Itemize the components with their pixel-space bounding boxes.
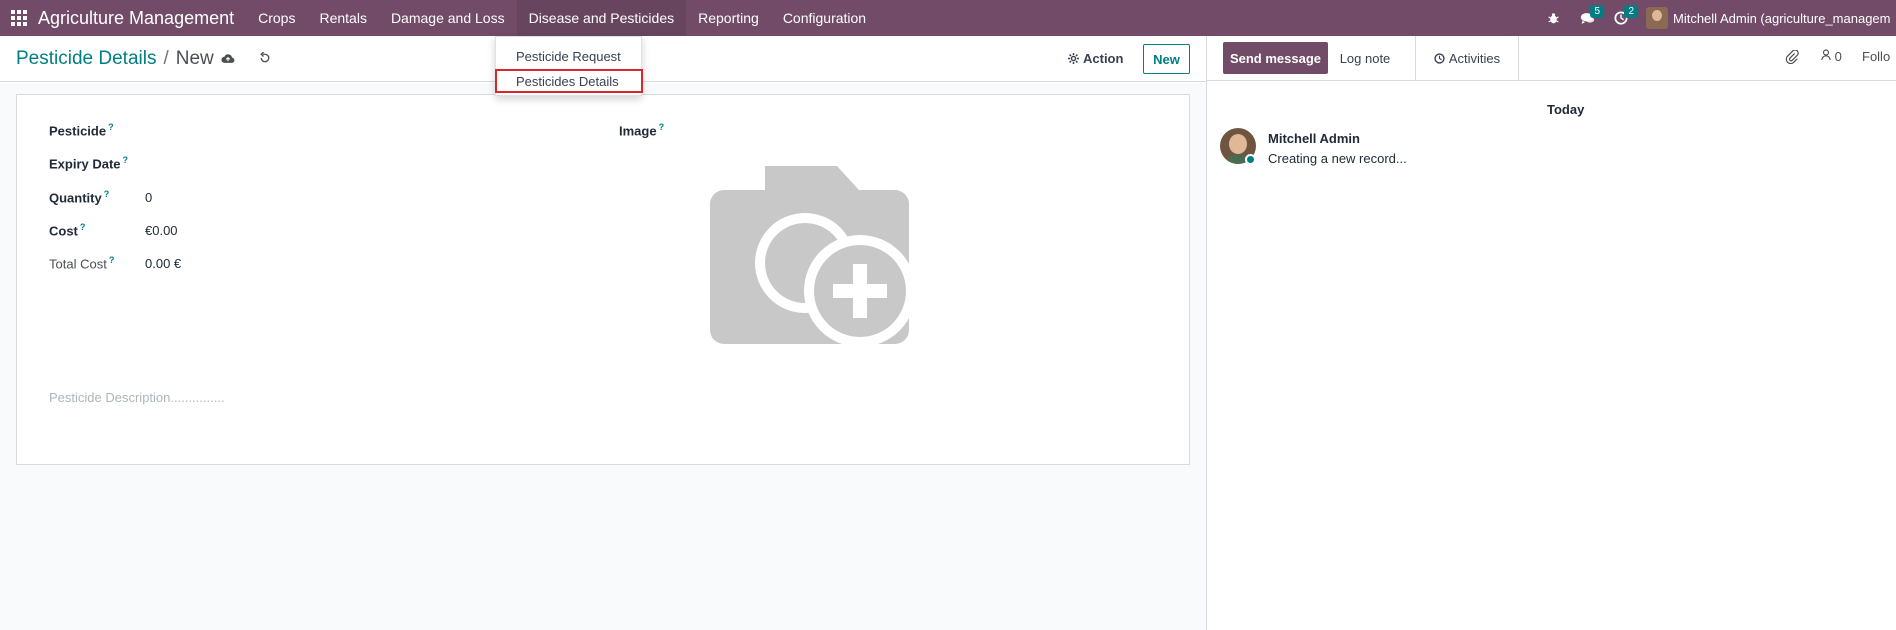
image-upload-placeholder-icon[interactable] — [710, 166, 916, 347]
user-name: Mitchell Admin (agriculture_managem — [1673, 10, 1891, 26]
action-menu-button[interactable]: Action — [1060, 44, 1131, 72]
field-label-image: Image? — [619, 122, 665, 139]
field-label-cost: Cost? — [49, 222, 86, 239]
field-label-expiry-date: Expiry Date? — [49, 155, 129, 172]
dropdown-item-pesticides-details[interactable]: Pesticides Details — [495, 69, 643, 93]
menu-crops[interactable]: Crops — [246, 0, 307, 36]
activities-clock-icon[interactable]: 2 — [1604, 0, 1638, 36]
online-status-icon — [1245, 154, 1256, 165]
apps-menu-icon[interactable] — [0, 0, 38, 36]
field-label-pesticide: Pesticide? — [49, 122, 114, 139]
follow-button[interactable]: Follo — [1862, 49, 1890, 64]
top-navbar: Agriculture Management Crops Rentals Dam… — [0, 0, 1896, 36]
chatter-panel: Send message Log note Activities 0 Follo… — [1206, 36, 1896, 630]
app-brand[interactable]: Agriculture Management — [38, 8, 246, 29]
dropdown-item-pesticide-request[interactable]: Pesticide Request — [496, 45, 641, 67]
user-menu[interactable]: Mitchell Admin (agriculture_managem — [1638, 7, 1896, 29]
breadcrumb-current: New — [175, 48, 214, 69]
field-value-total-cost: 0.00 € — [145, 256, 182, 271]
user-icon — [1821, 49, 1831, 61]
breadcrumb-parent-link[interactable]: Pesticide Details — [16, 48, 156, 70]
send-message-button[interactable]: Send message — [1223, 42, 1328, 74]
menu-disease-and-pesticides[interactable]: Disease and Pesticides — [516, 0, 687, 36]
messages-badge: 5 — [1590, 5, 1604, 18]
pesticide-description-field[interactable]: Pesticide Description............... — [49, 390, 225, 405]
message-author[interactable]: Mitchell Admin — [1268, 131, 1360, 146]
disease-pesticides-dropdown: Pesticide Request Pesticides Details — [495, 36, 643, 96]
field-label-quantity: Quantity? — [49, 189, 110, 206]
field-value-quantity[interactable]: 0 — [145, 190, 152, 205]
message-body: Creating a new record... — [1268, 151, 1407, 166]
attachment-paperclip-icon[interactable] — [1785, 49, 1799, 67]
debug-bug-icon[interactable] — [1536, 0, 1570, 36]
action-label: Action — [1083, 50, 1124, 66]
form-sheet: Pesticide? Expiry Date? Quantity? 0 Cost… — [16, 94, 1190, 465]
new-button[interactable]: New — [1143, 44, 1190, 74]
messages-icon[interactable]: 5 — [1570, 0, 1604, 36]
user-avatar — [1646, 7, 1668, 29]
log-note-button[interactable]: Log note — [1333, 42, 1397, 74]
breadcrumb: Pesticide Details / New — [16, 48, 214, 70]
field-value-cost[interactable]: €0.00 — [145, 223, 178, 238]
discard-undo-icon[interactable] — [257, 50, 273, 66]
gear-icon — [1068, 52, 1079, 64]
breadcrumb-separator: / — [163, 48, 169, 69]
activities-badge: 2 — [1624, 5, 1638, 18]
activities-button[interactable]: Activities — [1415, 36, 1519, 81]
activities-label: Activities — [1448, 51, 1501, 66]
field-label-total-cost: Total Cost? — [49, 255, 115, 272]
followers-count: 0 — [1834, 49, 1842, 64]
chatter-topbar: Send message Log note Activities 0 Follo — [1207, 36, 1896, 81]
menu-rentals[interactable]: Rentals — [307, 0, 378, 36]
save-cloud-icon[interactable] — [220, 50, 236, 66]
clock-icon — [1434, 53, 1445, 64]
menu-damage-and-loss[interactable]: Damage and Loss — [379, 0, 517, 36]
menu-configuration[interactable]: Configuration — [771, 0, 878, 36]
menu-reporting[interactable]: Reporting — [686, 0, 771, 36]
followers-button[interactable]: 0 — [1821, 49, 1842, 64]
date-separator: Today — [1547, 102, 1585, 117]
